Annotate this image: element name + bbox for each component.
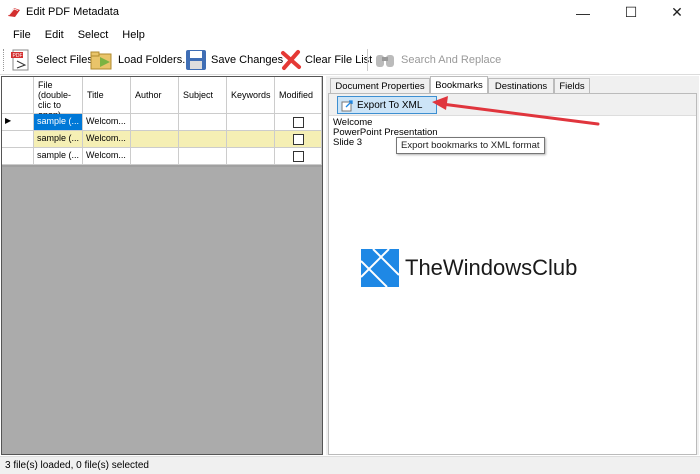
minimize-button[interactable]: — [560,0,606,25]
save-changes-button[interactable]: Save Changes [184,47,283,72]
modified-checkbox[interactable] [293,134,304,145]
cell-modified [275,148,322,165]
folder-load-icon [90,51,112,69]
clear-file-list-label: Clear File List [305,53,373,66]
cell-keywords[interactable] [227,114,275,131]
menu-bar: File Edit Select Help [0,25,700,44]
column-header-keywords[interactable]: Keywords [227,77,275,114]
title-bar: Edit PDF Metadata — ☐ ✕ [0,0,700,25]
windows-club-logo-icon [361,249,399,287]
cell-file[interactable]: sample (... [34,114,83,131]
file-grid-pane: File (double-clic to open) Title Author … [1,76,323,455]
select-files-button[interactable]: PDF Select Files [9,47,93,72]
cell-title[interactable]: Welcom... [83,131,131,148]
table-row[interactable]: ▶ sample (... Welcom... [2,114,322,131]
column-header-modified[interactable]: Modified [275,77,322,114]
search-and-replace-button[interactable]: Search And Replace [374,47,501,72]
cell-title[interactable]: Welcom... [83,114,131,131]
grid-empty-area[interactable] [2,167,322,454]
maximize-button[interactable]: ☐ [608,0,654,25]
cell-title[interactable]: Welcom... [83,148,131,165]
cell-file[interactable]: sample (... [34,148,83,165]
cell-author[interactable] [131,148,179,165]
binoculars-icon [376,54,394,67]
save-changes-label: Save Changes [211,53,284,66]
export-icon [341,99,353,111]
row-header[interactable]: ▶ [2,114,34,131]
watermark: TheWindowsClub [361,249,577,287]
svg-text:PDF: PDF [13,53,23,59]
menu-file[interactable]: File [6,29,38,41]
select-files-label: Select Files [36,53,93,66]
red-x-icon [281,49,301,70]
cell-subject[interactable] [179,114,227,131]
table-row[interactable]: sample (... Welcom... [2,131,322,148]
close-button[interactable]: ✕ [654,0,700,25]
column-header-file[interactable]: File (double-clic to open) [34,77,83,120]
row-header[interactable] [2,148,34,165]
row-header[interactable] [2,131,34,148]
red-arrow-icon [432,96,600,126]
status-bar: 3 file(s) loaded, 0 file(s) selected [0,456,700,474]
cell-subject[interactable] [179,148,227,165]
column-header-subject[interactable]: Subject [179,77,227,114]
menu-edit[interactable]: Edit [38,29,71,41]
search-and-replace-label: Search And Replace [401,53,502,66]
cell-modified [275,114,322,131]
cell-file[interactable]: sample (... [34,131,83,148]
modified-checkbox[interactable] [293,151,304,162]
watermark-text: TheWindowsClub [405,255,578,280]
app-icon [8,8,20,17]
cell-subject[interactable] [179,131,227,148]
cell-keywords[interactable] [227,148,275,165]
tab-document-properties[interactable]: Document Properties [330,78,430,94]
clear-file-list-button[interactable]: Clear File List [280,47,372,72]
window-title: Edit PDF Metadata [26,6,119,18]
toolbar: PDF Select Files Load Folders... Save Ch… [0,44,700,75]
pdf-file-icon: PDF [11,49,29,70]
toolbar-grip[interactable] [3,49,5,71]
export-to-xml-button[interactable]: Export To XML [337,96,437,114]
cell-author[interactable] [131,114,179,131]
grid-corner-header [2,77,34,114]
menu-help[interactable]: Help [115,29,152,41]
floppy-disk-icon [186,49,206,70]
cell-author[interactable] [131,131,179,148]
toolbar-separator [367,49,368,71]
export-to-xml-label: Export To XML [357,99,423,111]
cell-keywords[interactable] [227,131,275,148]
export-tooltip: Export bookmarks to XML format [396,137,545,154]
cell-modified [275,131,322,148]
modified-checkbox[interactable] [293,117,304,128]
column-header-author[interactable]: Author [131,77,179,114]
table-row[interactable]: sample (... Welcom... [2,148,322,165]
load-folders-label: Load Folders... [118,53,192,66]
menu-select[interactable]: Select [71,29,116,41]
column-header-title[interactable]: Title [83,77,131,114]
load-folders-button[interactable]: Load Folders... [90,47,191,72]
